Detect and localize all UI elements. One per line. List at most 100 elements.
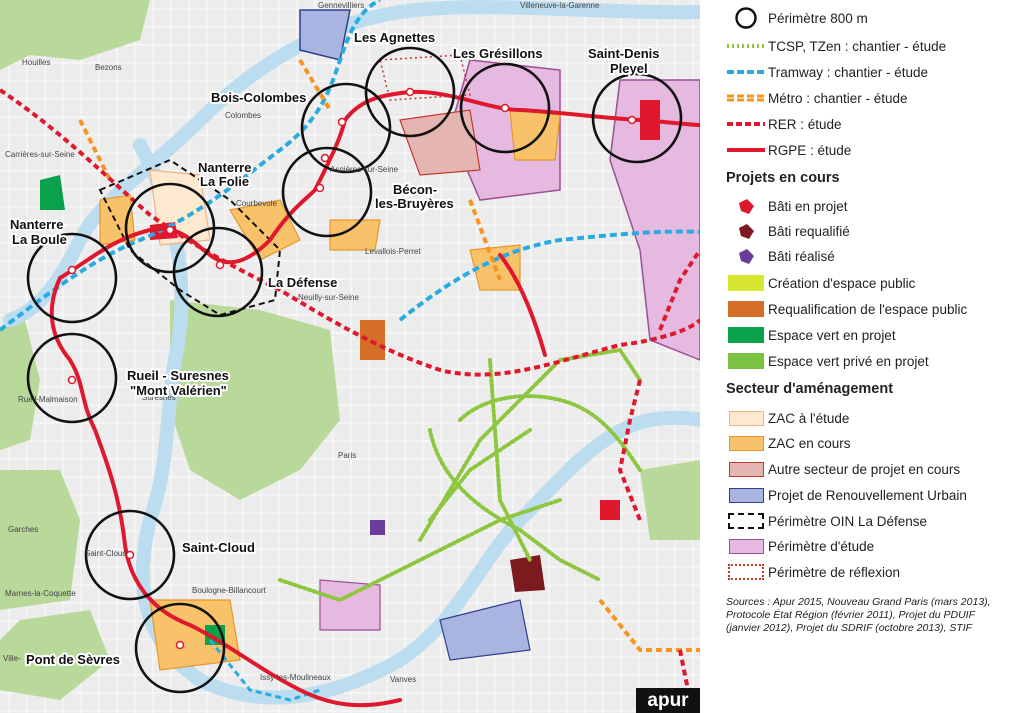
legend-label: Espace vert privé en projet bbox=[768, 353, 929, 369]
town-ville: Ville- bbox=[3, 654, 21, 663]
legend-label: RER : étude bbox=[768, 116, 842, 132]
label-nanterre-la-boule-1: Nanterre bbox=[10, 217, 63, 232]
legend-oin: Périmètre OIN La Défense bbox=[726, 510, 927, 532]
legend-label: Bâti requalifié bbox=[768, 223, 850, 239]
town-colombes: Colombes bbox=[225, 111, 261, 120]
town-villeneuve: Villeneuve-la-Garenne bbox=[520, 1, 600, 10]
town-rueil: Rueil-Malmaison bbox=[18, 395, 78, 404]
legend-label: Périmètre 800 m bbox=[768, 10, 868, 26]
legend-zac-etude: ZAC à l'étude bbox=[726, 407, 849, 429]
town-bezons: Bezons bbox=[95, 63, 122, 72]
legend-label: Périmètre OIN La Défense bbox=[768, 513, 928, 529]
legend-rer: RER : étude bbox=[726, 113, 842, 135]
swatch-box bbox=[728, 487, 764, 503]
legend-label: ZAC en cours bbox=[768, 435, 851, 451]
legend-label: Projet de Renouvellement Urbain bbox=[768, 487, 967, 503]
town-neuilly: Neuilly-sur-Seine bbox=[298, 293, 359, 302]
legend-label: Autre secteur de projet en cours bbox=[768, 461, 961, 477]
label-pont-de-sevres: Pont de Sèvres bbox=[26, 652, 120, 667]
legend-requalification: Requalification de l'espace public bbox=[726, 298, 967, 320]
legend-metro: Métro : chantier - étude bbox=[726, 87, 908, 109]
town-carrieres: Carrières-sur-Seine bbox=[5, 150, 75, 159]
label-becon-2: les-Bruyères bbox=[375, 196, 454, 211]
legend-espace-vert-projet: Espace vert en projet bbox=[726, 324, 896, 346]
legend-label: Tramway : chantier - étude bbox=[768, 64, 929, 80]
swatch-box bbox=[728, 353, 764, 369]
legend-label: Métro : chantier - étude bbox=[768, 90, 908, 106]
legend-perimetre-etude: Périmètre d'étude bbox=[726, 535, 874, 557]
legend-label: Requalification de l'espace public bbox=[768, 301, 968, 317]
legend-bati-realise: Bâti réalisé bbox=[726, 245, 835, 267]
legend-zac-cours: ZAC en cours bbox=[726, 432, 851, 454]
legend-label: Bâti en projet bbox=[768, 198, 848, 214]
apur-logo: apur bbox=[636, 688, 700, 713]
solid-line-icon bbox=[727, 148, 765, 152]
label-nanterre-la-boule-2: La Boule bbox=[12, 232, 67, 247]
town-garches: Garches bbox=[8, 525, 38, 534]
legend-secteur-title: Secteur d'aménagement bbox=[726, 381, 894, 397]
legend-perimetre-reflexion: Périmètre de réflexion bbox=[726, 561, 900, 583]
swatch-box bbox=[728, 435, 764, 451]
label-becon-1: Bécon- bbox=[393, 182, 437, 197]
town-courbevoie: Courbevoie bbox=[236, 199, 277, 208]
label-les-agnettes: Les Agnettes bbox=[354, 30, 435, 45]
building-shape-icon bbox=[739, 249, 754, 264]
town-saint-cloud: Saint-Cloud bbox=[85, 549, 127, 558]
map-area: Gennevilliers Villeneuve-la-Garenne Houi… bbox=[0, 0, 700, 713]
swatch-box bbox=[728, 538, 764, 554]
label-rueil-2: "Mont Valérien" bbox=[130, 383, 227, 398]
double-dashed-line-icon bbox=[727, 94, 765, 102]
swatch-box bbox=[728, 301, 764, 317]
legend-label: TCSP, TZen : chantier - étude bbox=[768, 38, 947, 54]
town-boulogne: Boulogne-Billancourt bbox=[192, 586, 267, 595]
town-asnieres: Asnières-sur-Seine bbox=[330, 165, 399, 174]
legend-autre-secteur: Autre secteur de projet en cours bbox=[726, 458, 960, 480]
legend-label: Périmètre de réflexion bbox=[768, 564, 901, 580]
legend-rgpe: RGPE : étude bbox=[726, 139, 851, 161]
legend-projets-title: Projets en cours bbox=[726, 170, 840, 186]
legend-creation-espace-public: Création d'espace public bbox=[726, 272, 915, 294]
label-pleyel: Pleyel bbox=[610, 61, 648, 76]
town-gennevilliers: Gennevilliers bbox=[318, 1, 364, 10]
town-marnes: Marnes-la-Coquette bbox=[5, 589, 76, 598]
label-nanterre-la-folie-2: La Folie bbox=[200, 174, 249, 189]
swatch-box bbox=[728, 327, 764, 343]
swatch-box bbox=[728, 564, 764, 580]
circle-icon bbox=[735, 7, 757, 29]
legend-label: Bâti réalisé bbox=[768, 248, 835, 264]
legend-bati-requalifie: Bâti requalifié bbox=[726, 220, 850, 242]
legend-label: Périmètre d'étude bbox=[768, 538, 875, 554]
town-houilles: Houilles bbox=[22, 58, 50, 67]
legend-panel: Périmètre 800 m TCSP, TZen : chantier - … bbox=[706, 0, 1009, 713]
label-rueil-1: Rueil - Suresnes bbox=[127, 368, 229, 383]
swatch-box bbox=[728, 410, 764, 426]
label-saint-denis: Saint-Denis bbox=[588, 46, 660, 61]
building-shape-icon bbox=[739, 199, 754, 214]
map-canvas: Gennevilliers Villeneuve-la-Garenne Houi… bbox=[0, 0, 700, 713]
swatch-box bbox=[728, 513, 764, 529]
legend-tcsp: TCSP, TZen : chantier - étude bbox=[726, 35, 946, 57]
town-vanves: Vanves bbox=[390, 675, 416, 684]
town-levallois: Levallois-Perret bbox=[365, 247, 421, 256]
swatch-box bbox=[728, 461, 764, 477]
label-nanterre-la-folie-1: Nanterre bbox=[198, 160, 251, 175]
legend-label: Espace vert en projet bbox=[768, 327, 896, 343]
legend-espace-vert-prive: Espace vert privé en projet bbox=[726, 350, 929, 372]
legend-tramway: Tramway : chantier - étude bbox=[726, 61, 928, 83]
legend-sources: Sources : Apur 2015, Nouveau Grand Paris… bbox=[726, 596, 991, 634]
building-shape-icon bbox=[739, 224, 754, 239]
legend-label: RGPE : étude bbox=[768, 142, 852, 158]
legend-renouvellement: Projet de Renouvellement Urbain bbox=[726, 484, 967, 506]
town-paris: Paris bbox=[338, 451, 356, 460]
dashed-line-icon bbox=[727, 70, 765, 74]
town-issy: Issy-les-Moulineaux bbox=[260, 673, 331, 682]
swatch-box bbox=[728, 275, 764, 291]
legend-bati-projet: Bâti en projet bbox=[726, 195, 848, 217]
dotted-line-icon bbox=[727, 44, 765, 48]
label-la-defense: La Défense bbox=[268, 275, 337, 290]
legend-perimetre-800m: Périmètre 800 m bbox=[726, 7, 868, 29]
label-les-gresillons: Les Grésillons bbox=[453, 46, 543, 61]
legend-label: Création d'espace public bbox=[768, 275, 916, 291]
dashed-line-icon bbox=[727, 122, 765, 126]
legend-label: ZAC à l'étude bbox=[768, 410, 850, 426]
